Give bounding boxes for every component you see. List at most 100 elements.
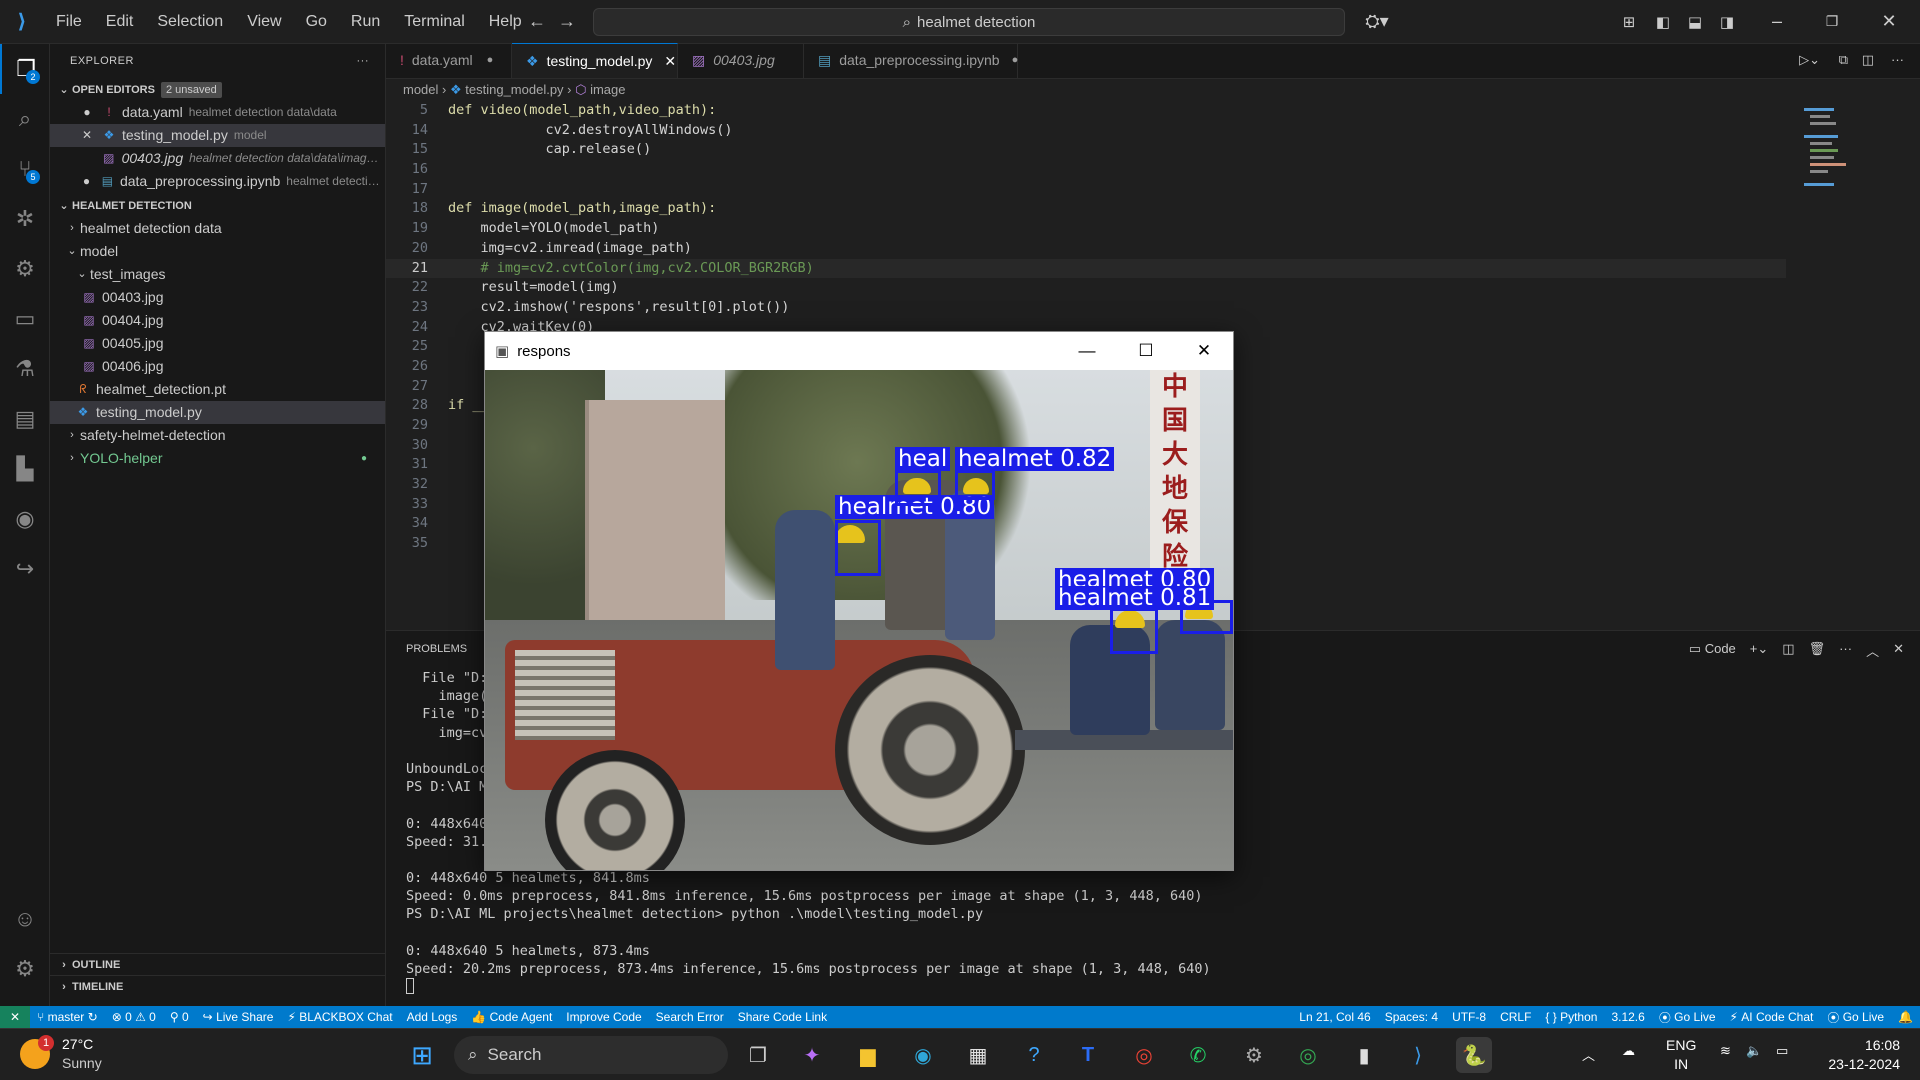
close-panel-icon[interactable]: ✕ (1893, 641, 1904, 660)
weather-widget[interactable]: 1 27°C Sunny (20, 1035, 102, 1073)
notifications-bell-icon[interactable]: 🔔 (1891, 1010, 1920, 1024)
chrome-profile-icon[interactable]: ◎ (1290, 1037, 1326, 1073)
tree-file[interactable]: ᖇ healmet_detection.pt (50, 378, 385, 401)
python-app-icon[interactable]: 🐍 (1456, 1037, 1492, 1073)
menu-terminal[interactable]: Terminal (392, 0, 476, 44)
testing-icon[interactable]: ⚗ (0, 344, 50, 394)
toggle-panel-icon[interactable]: ⬓ (1678, 13, 1712, 31)
open-changes-icon[interactable]: ⧉ (1839, 52, 1848, 68)
menu-go[interactable]: Go (294, 0, 339, 44)
whatsapp-icon[interactable]: ✆ (1180, 1037, 1216, 1073)
live-share-icon[interactable]: ↪ (0, 544, 50, 594)
settings-gear-icon[interactable]: ⚙ (0, 944, 50, 994)
dirty-dot-icon[interactable]: ● (1012, 43, 1019, 78)
maximize-icon[interactable]: ☐ (1117, 332, 1175, 370)
settings-app-icon[interactable]: ⚙ (1236, 1037, 1272, 1073)
go-live-status-2[interactable]: ⦿ Go Live (1820, 1009, 1891, 1026)
open-editor-item[interactable]: ▨ 00403.jpg healmet detection data\data\… (50, 147, 385, 170)
terminal-app-icon[interactable]: ▮ (1346, 1037, 1382, 1073)
code-line[interactable]: 20 img=cv2.imread(image_path) (386, 239, 1786, 259)
tray-chevron-icon[interactable]: ︿ (1582, 1045, 1595, 1064)
encoding-status[interactable]: UTF-8 (1445, 1010, 1493, 1024)
menu-run[interactable]: Run (339, 0, 392, 44)
branch-status[interactable]: ⑂ master ↻ (30, 1010, 105, 1024)
remote-icon[interactable]: ✕ (0, 1006, 31, 1028)
go-live-status[interactable]: ⦿ Go Live (1652, 1009, 1723, 1026)
tree-file[interactable]: ▨ 00406.jpg (50, 355, 385, 378)
dirty-dot-icon[interactable]: ● (487, 43, 494, 78)
breadcrumb-file[interactable]: testing_model.py (465, 82, 563, 97)
tab-00403-jpg[interactable]: ▨ 00403.jpg (678, 43, 804, 78)
json-icon[interactable]: ◉ (0, 494, 50, 544)
share-link-status[interactable]: Share Code Link (731, 1010, 834, 1024)
run-debug-icon[interactable]: ✲ (0, 194, 50, 244)
split-terminal-icon[interactable]: ◫ (1782, 641, 1794, 660)
improve-code-status[interactable]: Improve Code (559, 1010, 648, 1024)
menu-file[interactable]: File (44, 0, 94, 44)
cursor-position-status[interactable]: Ln 21, Col 46 (1292, 1010, 1377, 1024)
tree-file[interactable]: ❖ testing_model.py (50, 401, 385, 424)
tree-file[interactable]: ▨ 00403.jpg (50, 286, 385, 309)
menu-edit[interactable]: Edit (94, 0, 146, 44)
code-line[interactable]: 22 result=model(img) (386, 278, 1786, 298)
code-line[interactable]: 18 def image(model_path,image_path): (386, 199, 1786, 219)
chat-icon[interactable]: ▤ (0, 394, 50, 444)
open-editor-item[interactable]: ● ! data.yaml healmet detection data\dat… (50, 101, 385, 124)
outline-section[interactable]: › OUTLINE (50, 953, 386, 975)
minimize-icon[interactable]: – (1760, 11, 1794, 32)
eol-status[interactable]: CRLF (1493, 1010, 1538, 1024)
file-explorer-icon[interactable]: ▆ (850, 1037, 886, 1073)
indentation-status[interactable]: Spaces: 4 (1378, 1010, 1445, 1024)
timeline-section[interactable]: › TIMELINE (50, 975, 386, 997)
extensions-icon[interactable]: ⚙ (0, 244, 50, 294)
folder-header[interactable]: ⌄ HEALMET DETECTION (50, 195, 385, 217)
tab-testing-model[interactable]: ❖ testing_model.py ✕ (512, 43, 678, 78)
source-control-icon[interactable]: ⑂ 5 (0, 144, 50, 194)
chrome-icon[interactable]: ◎ (1126, 1037, 1162, 1073)
blackbox-status[interactable]: ⚡ BLACKBOX Chat (280, 1010, 399, 1024)
start-menu-icon[interactable]: ⊞ (404, 1037, 440, 1073)
typing-app-icon[interactable]: T (1070, 1037, 1106, 1073)
search-error-status[interactable]: Search Error (649, 1010, 731, 1024)
tab-data-preprocessing[interactable]: ▤ data_preprocessing.ipynb ● (804, 43, 1018, 78)
python-version-status[interactable]: 3.12.6 (1604, 1010, 1651, 1024)
taskbar-search[interactable]: ⌕ Search (454, 1036, 728, 1074)
ai-chat-status[interactable]: ⚡ AI Code Chat (1723, 1010, 1821, 1024)
code-agent-status[interactable]: 👍 Code Agent (464, 1010, 559, 1024)
breadcrumb-folder[interactable]: model (403, 82, 438, 97)
close-editor-icon[interactable]: ✕ (78, 124, 96, 147)
command-center-search[interactable]: ⌕ healmet detection (593, 8, 1345, 36)
open-editor-item[interactable]: ✕ ❖ testing_model.py model (50, 124, 385, 147)
edge-browser-icon[interactable]: ◉ (905, 1037, 941, 1073)
close-icon[interactable]: ✕ (1872, 11, 1906, 32)
tab-data-yaml[interactable]: ! data.yaml ● (386, 43, 512, 78)
menu-view[interactable]: View (235, 0, 293, 44)
new-terminal-icon[interactable]: +⌄ (1750, 641, 1768, 660)
tree-folder[interactable]: ⌄ model (50, 240, 385, 263)
maximize-panel-icon[interactable]: ︿ (1866, 641, 1879, 660)
menu-selection[interactable]: Selection (145, 0, 235, 44)
search-icon[interactable]: ⌕ (0, 94, 50, 144)
minimap[interactable] (1804, 104, 1850, 224)
tree-file[interactable]: ▨ 00405.jpg (50, 332, 385, 355)
account-icon[interactable]: ☺ (0, 894, 50, 944)
code-line[interactable]: 16 (386, 160, 1786, 180)
toggle-secondary-sidebar-icon[interactable]: ◨ (1710, 13, 1744, 31)
live-share-status[interactable]: ↪ Live Share (196, 1010, 281, 1024)
code-line[interactable]: 14 cv2.destroyAllWindows() (386, 121, 1786, 141)
tree-folder[interactable]: › healmet detection data (50, 217, 385, 240)
code-line[interactable]: 17 (386, 180, 1786, 200)
minimize-icon[interactable]: — (1058, 332, 1116, 370)
forward-arrow-icon[interactable]: → (550, 11, 584, 32)
code-line[interactable]: 23 cv2.imshow('respons',result[0].plot()… (386, 298, 1786, 318)
language-status[interactable]: { } Python (1538, 1010, 1604, 1024)
tree-folder[interactable]: › YOLO-helper ● (50, 447, 385, 470)
respons-window[interactable]: ▣ respons — ☐ ✕ 中国大地保险 healmet 0.80 heal… (484, 331, 1234, 871)
breadcrumb-symbol[interactable]: image (590, 82, 625, 97)
tree-file[interactable]: ▨ 00404.jpg (50, 309, 385, 332)
close-icon[interactable]: ✕ (1175, 332, 1233, 370)
copilot-app-icon[interactable]: ✦ (794, 1037, 830, 1073)
problems-status[interactable]: ⊗ 0 ⚠ 0 (105, 1010, 163, 1024)
add-logs-status[interactable]: Add Logs (400, 1010, 465, 1024)
ports-status[interactable]: ⚲ 0 (163, 1010, 196, 1024)
